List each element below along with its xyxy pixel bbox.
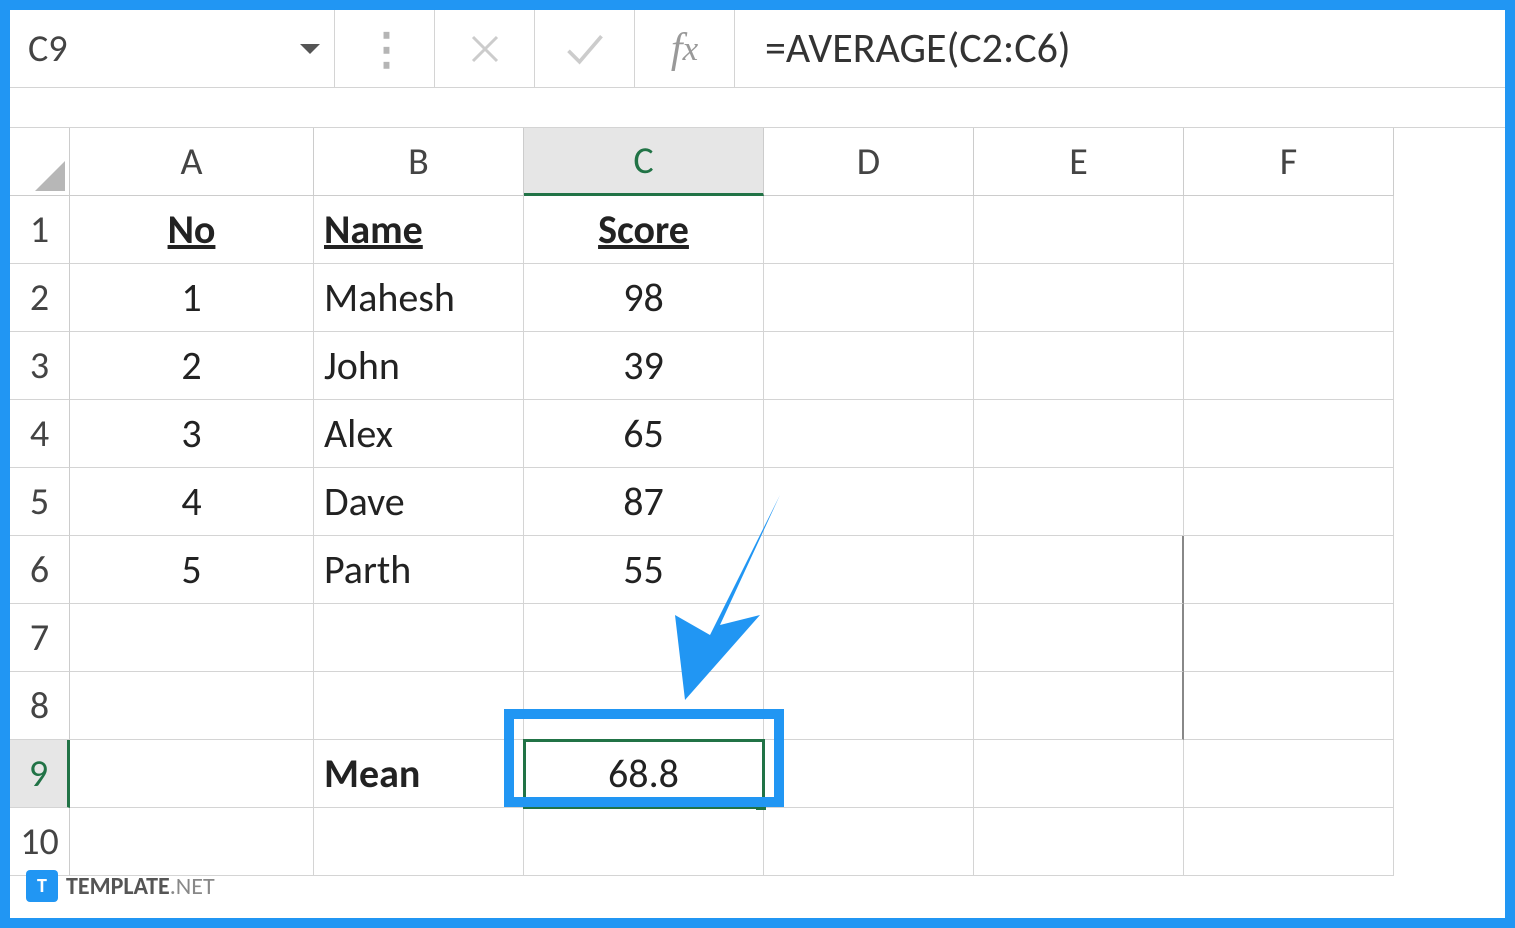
cell-C3[interactable]: 39 [524, 332, 764, 400]
row-header-3[interactable]: 3 [10, 332, 70, 400]
cell-F10[interactable] [1184, 808, 1394, 876]
cell-E6[interactable] [974, 536, 1184, 604]
cell-B2[interactable]: Mahesh [314, 264, 524, 332]
spreadsheet-grid[interactable]: A B C D E F 1 No Name Score 2 1 Mahesh 9… [10, 128, 1505, 876]
cell-D5[interactable] [764, 468, 974, 536]
formula-text: =AVERAGE(C2:C6) [765, 23, 1071, 74]
cell-reference: C9 [28, 26, 68, 72]
cell-A3[interactable]: 2 [70, 332, 314, 400]
cell-E3[interactable] [974, 332, 1184, 400]
cell-C10[interactable] [524, 808, 764, 876]
cell-F6[interactable] [1184, 536, 1394, 604]
name-box-dropdown-icon[interactable] [300, 44, 320, 54]
cell-F4[interactable] [1184, 400, 1394, 468]
cell-F9[interactable] [1184, 740, 1394, 808]
col-header-C[interactable]: C [524, 128, 764, 196]
cell-A1[interactable]: No [70, 196, 314, 264]
insert-function-button[interactable]: fx [635, 10, 735, 87]
cell-B1[interactable]: Name [314, 196, 524, 264]
cell-F7[interactable] [1184, 604, 1394, 672]
row-header-6[interactable]: 6 [10, 536, 70, 604]
cell-B3[interactable]: John [314, 332, 524, 400]
name-box[interactable]: C9 [10, 10, 335, 87]
expand-formula-bar-button[interactable]: ⋮ [335, 10, 435, 87]
cell-A9[interactable] [70, 740, 314, 808]
cell-A2[interactable]: 1 [70, 264, 314, 332]
cell-B4[interactable]: Alex [314, 400, 524, 468]
cell-D7[interactable] [764, 604, 974, 672]
cell-F3[interactable] [1184, 332, 1394, 400]
watermark-text: TEMPLATE.NET [66, 872, 215, 901]
cell-E2[interactable] [974, 264, 1184, 332]
row-header-9[interactable]: 9 [10, 740, 70, 808]
close-icon [467, 31, 503, 67]
cell-A5[interactable]: 4 [70, 468, 314, 536]
col-header-D[interactable]: D [764, 128, 974, 196]
cell-B7[interactable] [314, 604, 524, 672]
row-header-1[interactable]: 1 [10, 196, 70, 264]
cell-F5[interactable] [1184, 468, 1394, 536]
row-header-8[interactable]: 8 [10, 672, 70, 740]
watermark-logo-icon: T [26, 870, 58, 902]
col-header-B[interactable]: B [314, 128, 524, 196]
col-header-E[interactable]: E [974, 128, 1184, 196]
row-header-10[interactable]: 10 [10, 808, 70, 876]
cell-C5[interactable]: 87 [524, 468, 764, 536]
cell-E10[interactable] [974, 808, 1184, 876]
fill-handle[interactable] [756, 800, 766, 810]
cell-D9[interactable] [764, 740, 974, 808]
app-frame: C9 ⋮ fx =AVERAGE(C2:C6) A B C D E F 1 No… [0, 0, 1515, 928]
cell-B6[interactable]: Parth [314, 536, 524, 604]
cell-B5[interactable]: Dave [314, 468, 524, 536]
cell-C8[interactable] [524, 672, 764, 740]
cell-B9[interactable]: Mean [314, 740, 524, 808]
cell-F1[interactable] [1184, 196, 1394, 264]
cell-D6[interactable] [764, 536, 974, 604]
cell-E5[interactable] [974, 468, 1184, 536]
cell-A8[interactable] [70, 672, 314, 740]
cell-C6[interactable]: 55 [524, 536, 764, 604]
formula-input[interactable]: =AVERAGE(C2:C6) [735, 10, 1505, 87]
cell-D4[interactable] [764, 400, 974, 468]
cell-D2[interactable] [764, 264, 974, 332]
row-header-5[interactable]: 5 [10, 468, 70, 536]
cell-D3[interactable] [764, 332, 974, 400]
cell-A6[interactable]: 5 [70, 536, 314, 604]
cell-A10[interactable] [70, 808, 314, 876]
cell-E9[interactable] [974, 740, 1184, 808]
spacer [10, 88, 1505, 128]
cell-E8[interactable] [974, 672, 1184, 740]
col-header-F[interactable]: F [1184, 128, 1394, 196]
cell-D1[interactable] [764, 196, 974, 264]
select-all-corner[interactable] [10, 128, 70, 196]
cell-F8[interactable] [1184, 672, 1394, 740]
cell-E4[interactable] [974, 400, 1184, 468]
cell-D8[interactable] [764, 672, 974, 740]
cell-B8[interactable] [314, 672, 524, 740]
cell-B10[interactable] [314, 808, 524, 876]
row-header-2[interactable]: 2 [10, 264, 70, 332]
cancel-button[interactable] [435, 10, 535, 87]
cell-C9[interactable]: 68.8 [524, 740, 764, 808]
cell-F2[interactable] [1184, 264, 1394, 332]
row-header-4[interactable]: 4 [10, 400, 70, 468]
cell-C7[interactable] [524, 604, 764, 672]
cell-C1[interactable]: Score [524, 196, 764, 264]
cell-D10[interactable] [764, 808, 974, 876]
row-header-7[interactable]: 7 [10, 604, 70, 672]
cell-C4[interactable]: 65 [524, 400, 764, 468]
cell-E1[interactable] [974, 196, 1184, 264]
check-icon [563, 27, 607, 71]
cell-A4[interactable]: 3 [70, 400, 314, 468]
watermark: T TEMPLATE.NET [26, 870, 215, 902]
cell-A7[interactable] [70, 604, 314, 672]
formula-bar: C9 ⋮ fx =AVERAGE(C2:C6) [10, 10, 1505, 88]
cell-E7[interactable] [974, 604, 1184, 672]
enter-button[interactable] [535, 10, 635, 87]
cell-C2[interactable]: 98 [524, 264, 764, 332]
col-header-A[interactable]: A [70, 128, 314, 196]
